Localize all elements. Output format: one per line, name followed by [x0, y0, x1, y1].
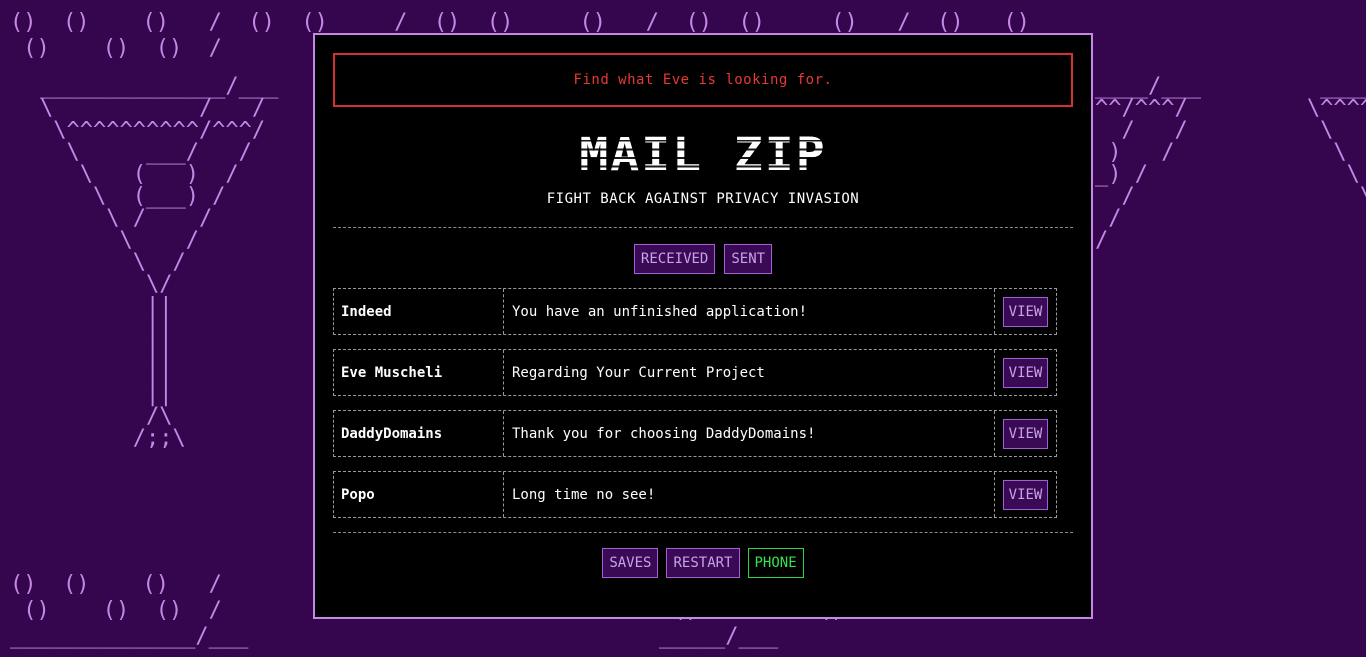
mail-list: Indeed You have an unfinished applicatio…: [333, 288, 1073, 518]
phone-button[interactable]: PHONE: [747, 548, 804, 578]
restart-button[interactable]: RESTART: [666, 548, 740, 578]
mail-action-cell: VIEW: [995, 411, 1056, 456]
view-button[interactable]: VIEW: [1002, 296, 1049, 327]
mail-sender: Indeed: [334, 289, 504, 334]
mail-row: Popo Long time no see! VIEW: [333, 471, 1057, 518]
logo-container: MAIL ZIP: [333, 128, 1073, 182]
mail-subject: Regarding Your Current Project: [504, 350, 995, 395]
view-button[interactable]: VIEW: [1002, 479, 1049, 510]
tab-sent[interactable]: SENT: [724, 244, 773, 274]
objective-text: Find what Eve is looking for.: [573, 72, 833, 88]
objective-banner: Find what Eve is looking for.: [333, 53, 1073, 107]
tagline: FIGHT BACK AGAINST PRIVACY INVASION: [546, 191, 860, 207]
mail-zip-logo: MAIL ZIP: [579, 128, 827, 182]
view-button[interactable]: VIEW: [1002, 357, 1049, 388]
mail-action-cell: VIEW: [995, 350, 1056, 395]
footer-actions: SAVES RESTART PHONE: [333, 548, 1073, 578]
mailbox-tabs: RECEIVED SENT: [333, 244, 1073, 274]
mail-action-cell: VIEW: [995, 289, 1056, 334]
mail-sender: Popo: [334, 472, 504, 517]
mail-zip-window: Find what Eve is looking for. MAIL ZIP F…: [313, 33, 1093, 619]
mail-row: Eve Muscheli Regarding Your Current Proj…: [333, 349, 1057, 396]
ascii-art-cocktail-glass-left: ______________/___ \ / / \^^^^^^^^^^/^^^…: [40, 74, 279, 451]
header-divider: [333, 227, 1073, 228]
footer-divider: [333, 532, 1073, 533]
view-button[interactable]: VIEW: [1002, 418, 1049, 449]
saves-button[interactable]: SAVES: [602, 548, 659, 578]
mail-sender: DaddyDomains: [334, 411, 504, 456]
mail-subject: Long time no see!: [504, 472, 995, 517]
mail-subject: Thank you for choosing DaddyDomains!: [504, 411, 995, 456]
ascii-art-cocktail-glass-right: ____/___ ________ ^^/^^^/ \^^^^^^ / / \ …: [1095, 74, 1366, 253]
mail-row: Indeed You have an unfinished applicatio…: [333, 288, 1057, 335]
mail-row: DaddyDomains Thank you for choosing Dadd…: [333, 410, 1057, 457]
logo-text: MAIL ZIP: [579, 128, 827, 182]
mail-sender: Eve Muscheli: [334, 350, 504, 395]
tab-received[interactable]: RECEIVED: [633, 244, 716, 274]
mail-subject: You have an unfinished application!: [504, 289, 995, 334]
mail-action-cell: VIEW: [995, 472, 1056, 517]
